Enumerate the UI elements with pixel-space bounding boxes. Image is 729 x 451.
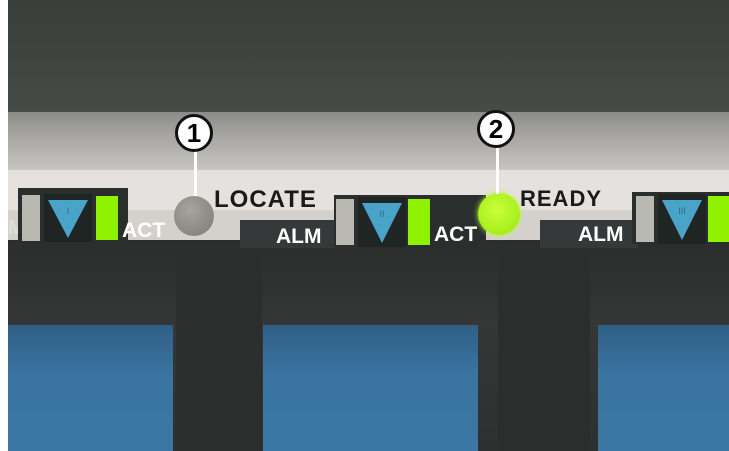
triangle-down-icon: I	[48, 200, 88, 238]
chassis-post	[498, 252, 590, 451]
status-led-white	[336, 199, 354, 245]
blue-panel	[8, 325, 173, 451]
callout-number: 2	[488, 113, 504, 144]
triangle-down-icon: III	[662, 200, 702, 240]
blue-panel	[598, 325, 729, 451]
alm-label: ALM	[578, 223, 624, 246]
callout-leader-line	[496, 146, 499, 194]
callout-2: 2	[477, 110, 515, 148]
activity-led-green	[708, 196, 729, 242]
equipment-photo: M I ACT LOCATE ALM II ACT READY ALM III …	[8, 0, 729, 451]
triangle-indicator: II	[358, 197, 406, 247]
chassis-post	[176, 252, 262, 451]
ready-led	[478, 193, 520, 235]
svg-text:II: II	[379, 209, 384, 219]
status-led-white	[22, 195, 40, 241]
callout-leader-line	[194, 150, 197, 196]
chassis-top-edge	[8, 112, 729, 172]
background-dark-area	[8, 0, 729, 128]
triangle-indicator: III	[658, 194, 706, 244]
triangle-down-icon: II	[362, 203, 402, 243]
act-label: ACT	[122, 219, 166, 242]
svg-text:III: III	[678, 206, 686, 216]
callout-1: 1	[175, 114, 213, 152]
activity-led-green	[408, 199, 430, 245]
triangle-indicator: I	[44, 194, 92, 242]
blue-panel	[263, 325, 478, 451]
act-label: ACT	[434, 223, 478, 246]
status-led-white	[636, 196, 654, 242]
callout-number: 1	[186, 117, 202, 148]
svg-text:I: I	[67, 206, 70, 216]
ready-label: READY	[520, 186, 603, 211]
locate-led	[174, 196, 214, 236]
locate-label: LOCATE	[214, 186, 317, 213]
activity-led-green	[96, 196, 118, 240]
alm-label: ALM	[276, 225, 322, 248]
